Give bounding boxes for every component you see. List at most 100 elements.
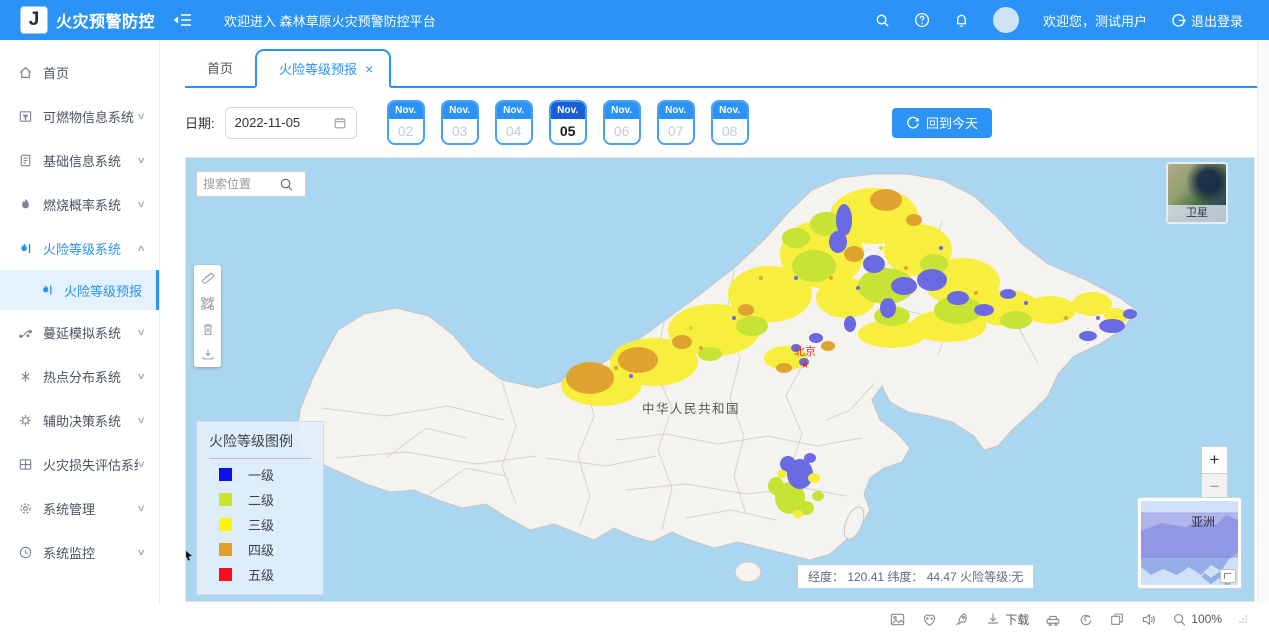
sidebar-item-system-monitoring[interactable]: 系统监控 ∨ [0, 530, 159, 574]
notification-bell-icon[interactable] [954, 12, 969, 28]
legend-swatch [219, 518, 232, 531]
fuel-info-icon [18, 109, 34, 124]
user-greeting: 欢迎您，测试用户 [1043, 11, 1147, 30]
magnifier-icon [1172, 612, 1187, 627]
sidebar-item-loss-assessment[interactable]: 火灾损失评估系统 ∨ [0, 442, 159, 486]
legend-title: 火险等级图例 [209, 431, 311, 459]
date-card-list: Nov.02 Nov.03 Nov.04 Nov.05 Nov.06 Nov.0… [387, 100, 749, 145]
country-label: 中华人民共和国 [642, 401, 740, 416]
zoom-out-button[interactable]: − [1201, 473, 1228, 500]
date-picker[interactable] [225, 107, 357, 139]
document-icon [18, 153, 34, 168]
beijing-star-icon: ★ [800, 359, 810, 371]
help-icon[interactable] [914, 12, 930, 28]
header-actions: 欢迎您，测试用户 退出登录 [875, 7, 1269, 33]
page-zoom-indicator[interactable]: 100% [1172, 612, 1222, 627]
legend-swatch [219, 493, 232, 506]
sidebar-subitem-fire-risk-forecast[interactable]: 火险等级预报 [0, 270, 159, 310]
measure-ruler-icon[interactable] [198, 269, 217, 288]
sidebar-item-burn-probability[interactable]: 燃烧概率系统 ∨ [0, 182, 159, 226]
zoom-in-button[interactable]: + [1201, 446, 1228, 473]
decision-icon [18, 413, 34, 428]
date-card-nov-04[interactable]: Nov.04 [495, 100, 533, 145]
monitor-icon [18, 545, 34, 560]
date-card-nov-07[interactable]: Nov.07 [657, 100, 695, 145]
tab-fire-risk-forecast[interactable]: 火险等级预报 × [255, 49, 391, 88]
sidebar-item-hotspot-distribution[interactable]: 热点分布系统 ∨ [0, 354, 159, 398]
search-icon[interactable] [279, 177, 294, 192]
date-card-nov-02[interactable]: Nov.02 [387, 100, 425, 145]
date-card-nov-08[interactable]: Nov.08 [711, 100, 749, 145]
emoji-heart-icon[interactable] [921, 611, 938, 628]
assessment-icon [18, 457, 34, 472]
top-header: J 火灾预警防控 欢迎进入 森林草原火灾预警防控平台 欢迎您，测试用户 [0, 0, 1269, 40]
tab-bar: 首页 火险等级预报 × [185, 49, 1257, 88]
app-window: J 火灾预警防控 欢迎进入 森林草原火灾预警防控平台 欢迎您，测试用户 [0, 0, 1269, 634]
rocket-icon[interactable] [953, 611, 970, 628]
overview-collapse-icon[interactable] [1220, 569, 1236, 583]
screenshot-image-icon[interactable] [889, 611, 906, 628]
car-icon[interactable] [1044, 611, 1062, 628]
legend-item-level5: 五级 [209, 565, 311, 584]
sidebar-item-spread-simulation[interactable]: 蔓延模拟系统 ∨ [0, 310, 159, 354]
back-to-today-button[interactable]: 回到今天 [892, 108, 992, 138]
logout-button[interactable]: 退出登录 [1171, 11, 1243, 30]
sidebar-item-basic-info[interactable]: 基础信息系统 ∨ [0, 138, 159, 182]
scrollbar[interactable] [1257, 40, 1269, 604]
date-label: 日期: [185, 113, 215, 132]
sidebar-item-fire-risk-system[interactable]: 火险等级系统 ∧ [0, 226, 159, 270]
main-content: 首页 火险等级预报 × 日期: Nov.02 Nov.03 Nov.04 Nov… [160, 40, 1257, 604]
delete-trash-icon[interactable] [198, 319, 217, 338]
date-card-nov-06[interactable]: Nov.06 [603, 100, 641, 145]
satellite-layer-label: 卫星 [1168, 205, 1226, 222]
logout-icon [1171, 13, 1186, 28]
welcome-text: 欢迎进入 森林草原火灾预警防控平台 [224, 11, 436, 30]
coordinate-status-bar: 经度： 120.41 纬度： 44.47 火险等级:无 [798, 565, 1033, 588]
tab-home[interactable]: 首页 [185, 49, 255, 86]
legend-item-level4: 四级 [209, 540, 311, 559]
date-input[interactable] [235, 115, 327, 130]
app-logo: J [20, 6, 48, 34]
logo-letter: J [29, 9, 40, 31]
gear-icon [18, 501, 34, 516]
refresh-icon [906, 116, 920, 130]
date-card-nov-03[interactable]: Nov.03 [441, 100, 479, 145]
legend-swatch [219, 568, 232, 581]
map-search-box[interactable] [196, 171, 306, 197]
mouse-cursor [185, 549, 193, 561]
sidebar-item-home[interactable]: 首页 [0, 50, 159, 94]
sidebar-item-system-management[interactable]: 系统管理 ∨ [0, 486, 159, 530]
avatar[interactable] [993, 7, 1019, 33]
satellite-layer-toggle[interactable]: 卫星 [1166, 162, 1228, 224]
download-icon[interactable] [198, 344, 217, 363]
map-legend: 火险等级图例 一级 二级 三级 四级 五级 [196, 421, 324, 595]
spread-icon [18, 325, 34, 340]
window-resize-handle[interactable] [1239, 615, 1247, 623]
legend-item-level3: 三级 [209, 515, 311, 534]
bottom-toolbar: 下载 100% [0, 604, 1269, 634]
speaker-icon[interactable] [1140, 611, 1157, 628]
legend-swatch [219, 468, 232, 481]
date-card-nov-05[interactable]: Nov.05 [549, 100, 587, 145]
sidebar: 首页 可燃物信息系统 ∨ 基础信息系统 ∨ 燃烧概率系统 ∨ 火险等级系统 [0, 40, 160, 604]
flame-gauge-icon [18, 241, 34, 256]
overview-region-label: 亚洲 [1191, 515, 1215, 529]
search-icon[interactable] [875, 13, 890, 28]
swirl-icon[interactable] [1077, 611, 1094, 628]
overlap-windows-icon[interactable] [1109, 611, 1125, 627]
flame-icon [18, 197, 34, 212]
download-button[interactable]: 下载 [985, 611, 1029, 628]
legend-item-level1: 一级 [209, 465, 311, 484]
map-search-input[interactable] [203, 177, 279, 191]
sidebar-item-fuel-info[interactable]: 可燃物信息系统 ∨ [0, 94, 159, 138]
overview-map[interactable]: 亚洲 [1137, 497, 1242, 589]
sidebar-item-decision-support[interactable]: 辅助决策系统 ∨ [0, 398, 159, 442]
date-toolbar: 日期: Nov.02 Nov.03 Nov.04 Nov.05 Nov.06 N… [185, 88, 1257, 157]
tab-close-icon[interactable]: × [365, 62, 373, 76]
map-tool-palette [194, 265, 221, 367]
sidebar-collapse-icon[interactable] [174, 12, 192, 28]
draw-polygon-icon[interactable] [198, 294, 217, 313]
beijing-label: 北京 [794, 344, 816, 358]
legend-swatch [219, 543, 232, 556]
map-canvas[interactable]: 中华人民共和国 北京 ★ 卫星 [185, 157, 1255, 602]
